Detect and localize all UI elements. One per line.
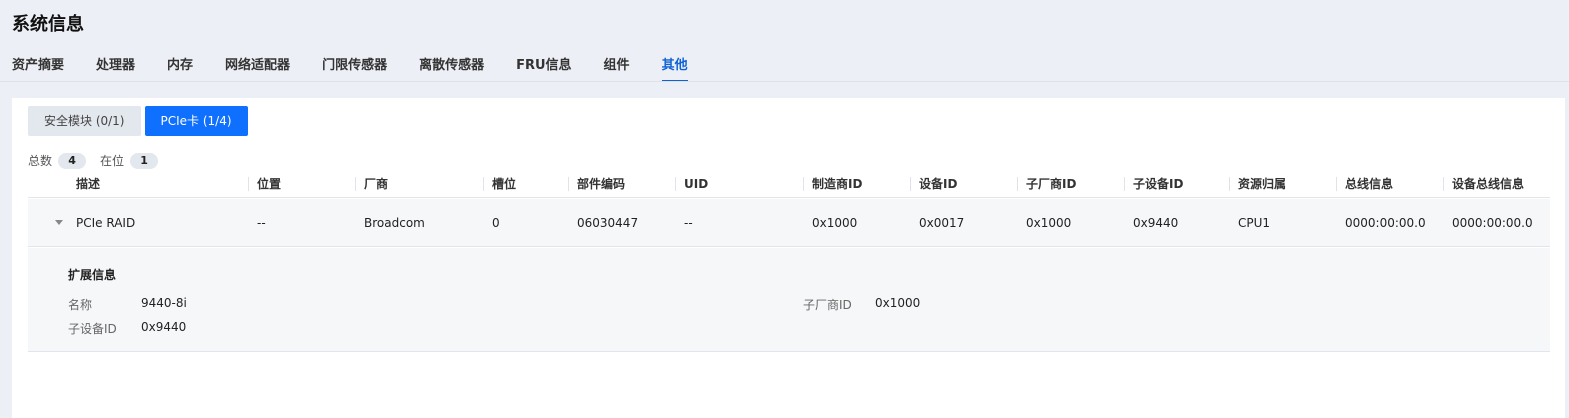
- column-separator[interactable]: [568, 177, 569, 191]
- tab-other[interactable]: 其他: [661, 54, 688, 82]
- subtab-pcie-card[interactable]: PCIe卡 (1/4): [144, 106, 248, 136]
- cell-subvendor-id: 0x1000: [1026, 216, 1072, 230]
- subdevice-id-value: 0x9440: [141, 320, 187, 334]
- column-separator[interactable]: [248, 177, 249, 191]
- cell-resource-owner: CPU1: [1238, 216, 1271, 230]
- page-title: 系统信息: [12, 14, 84, 35]
- cell-location: --: [257, 216, 266, 230]
- subvendor-id-value: 0x1000: [875, 296, 921, 310]
- name-label: 名称: [68, 298, 93, 312]
- expanded-info-title: 扩展信息: [68, 268, 117, 282]
- column-separator[interactable]: [1124, 177, 1125, 191]
- column-separator[interactable]: [675, 177, 676, 191]
- caret-down-icon[interactable]: [55, 220, 63, 225]
- tab-memory[interactable]: 内存: [167, 54, 193, 82]
- table-header: 描述 位置 厂商 槽位 部件编码 UID 制造商ID 设备ID 子厂商ID 子设…: [28, 172, 1550, 198]
- cell-vendor: Broadcom: [364, 216, 425, 230]
- present-count-badge: 1: [130, 152, 159, 169]
- column-separator[interactable]: [1336, 177, 1337, 191]
- subdevice-id-label: 子设备ID: [68, 322, 117, 336]
- tab-components[interactable]: 组件: [604, 54, 630, 82]
- column-header-uid: UID: [684, 177, 709, 191]
- total-label: 总数: [28, 154, 53, 168]
- column-header-subdevice-id: 子设备ID: [1133, 177, 1184, 191]
- cell-subdevice-id: 0x9440: [1133, 216, 1179, 230]
- name-value: 9440-8i: [141, 296, 187, 310]
- subtab-group: 安全模块 (0/1) PCIe卡 (1/4): [28, 106, 248, 136]
- column-header-device-bus-info: 设备总线信息: [1452, 177, 1525, 191]
- column-header-device-id: 设备ID: [919, 177, 958, 191]
- column-separator[interactable]: [355, 177, 356, 191]
- tab-divider: [0, 81, 1569, 82]
- column-header-location: 位置: [257, 177, 282, 191]
- tab-asset-summary[interactable]: 资产摘要: [12, 54, 64, 82]
- content-panel: 安全模块 (0/1) PCIe卡 (1/4) 总数 4 在位 1 描述 位置 厂…: [12, 98, 1565, 418]
- column-header-manufacturer-id: 制造商ID: [812, 177, 863, 191]
- subtab-security-module[interactable]: 安全模块 (0/1): [28, 106, 141, 136]
- column-separator[interactable]: [803, 177, 804, 191]
- cell-device-id: 0x0017: [919, 216, 965, 230]
- total-count-badge: 4: [58, 152, 87, 169]
- tab-processor[interactable]: 处理器: [96, 54, 135, 82]
- cell-part-number: 06030447: [577, 216, 639, 230]
- column-separator[interactable]: [1017, 177, 1018, 191]
- cell-manufacturer-id: 0x1000: [812, 216, 858, 230]
- column-header-slot: 槽位: [492, 177, 517, 191]
- tab-bar: 资产摘要 处理器 内存 网络适配器 门限传感器 离散传感器 FRU信息 组件 其…: [12, 54, 720, 82]
- column-separator[interactable]: [910, 177, 911, 191]
- table-row[interactable]: PCIe RAID -- Broadcom 0 06030447 -- 0x10…: [28, 199, 1550, 247]
- cell-slot: 0: [492, 216, 500, 230]
- tab-network-adapter[interactable]: 网络适配器: [225, 54, 290, 82]
- present-label: 在位: [100, 154, 125, 168]
- column-separator[interactable]: [1229, 177, 1230, 191]
- column-header-vendor: 厂商: [364, 177, 389, 191]
- column-header-bus-info: 总线信息: [1345, 177, 1394, 191]
- tab-discrete-sensor[interactable]: 离散传感器: [419, 54, 484, 82]
- column-separator[interactable]: [1443, 177, 1444, 191]
- column-header-part-number: 部件编码: [577, 177, 626, 191]
- expanded-row-details: 扩展信息 名称 9440-8i 子厂商ID 0x1000 子设备ID 0x944…: [28, 248, 1550, 352]
- count-summary: 总数 4 在位 1: [28, 152, 172, 169]
- tab-fru-info[interactable]: FRU信息: [516, 54, 571, 82]
- cell-bus-info: 0000:00:00.0: [1345, 216, 1426, 230]
- column-header-description: 描述: [76, 177, 101, 191]
- cell-uid: --: [684, 216, 693, 230]
- cell-device-bus-info: 0000:00:00.0: [1452, 216, 1533, 230]
- column-header-subvendor-id: 子厂商ID: [1026, 177, 1077, 191]
- cell-description: PCIe RAID: [76, 216, 136, 230]
- column-header-resource-owner: 资源归属: [1238, 177, 1287, 191]
- tab-threshold-sensor[interactable]: 门限传感器: [322, 54, 387, 82]
- subvendor-id-label: 子厂商ID: [803, 298, 852, 312]
- column-separator[interactable]: [483, 177, 484, 191]
